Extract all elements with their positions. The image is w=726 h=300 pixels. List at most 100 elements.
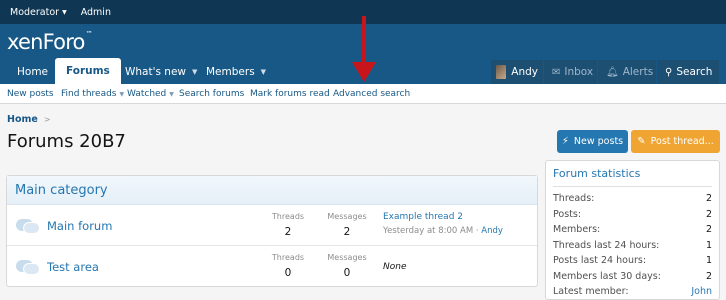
- tab-members[interactable]: Members ▼: [206, 60, 266, 84]
- latest-meta: Yesterday at 8:00 AM · Andy: [383, 226, 503, 236]
- forum-bubbles-icon: [16, 258, 40, 276]
- site-logo[interactable]: xenForo™: [7, 30, 93, 54]
- stat-row: Threads last 24 hours: 1: [546, 238, 719, 254]
- tab-whats-new[interactable]: What's new ▼: [125, 60, 197, 84]
- stat-value: 2: [705, 270, 712, 282]
- post-thread-button[interactable]: ✎ Post thread...: [631, 130, 720, 153]
- new-posts-button[interactable]: ⚡︎ New posts: [557, 130, 628, 153]
- stat-row: Posts: 2: [546, 207, 719, 223]
- chevron-down-icon: ▼: [192, 68, 198, 76]
- threads-label: Threads: [271, 253, 305, 262]
- stat-label: Threads:: [553, 193, 595, 205]
- tab-whats-new-label: What's new: [125, 66, 186, 78]
- chevron-down-icon: ▼: [260, 68, 267, 76]
- stat-row: Threads: 2: [546, 191, 719, 207]
- messages-count: 2: [343, 226, 351, 238]
- stat-value: 1: [705, 255, 712, 267]
- stat-row: Posts last 24 hours: 1: [546, 253, 719, 269]
- stat-value: 2: [705, 193, 712, 205]
- messages-stat: Messages 2: [317, 212, 377, 238]
- user-name: Andy: [511, 66, 538, 78]
- subnav-search-forums[interactable]: Search forums: [179, 89, 244, 99]
- stat-row: Latest member: John: [546, 284, 719, 300]
- threads-stat: Threads 0: [258, 253, 318, 279]
- stat-label: Latest member:: [553, 286, 629, 298]
- admin-label: Admin: [80, 6, 111, 18]
- latest-user-link[interactable]: Andy: [481, 226, 503, 236]
- search-label: Search: [676, 66, 713, 78]
- breadcrumb-separator: >: [43, 115, 51, 124]
- latest-post: Example thread 2 Yesterday at 8:00 AM · …: [383, 212, 503, 236]
- subnav-watched[interactable]: Watched ▼: [127, 89, 174, 99]
- tab-members-label: Members: [206, 66, 255, 78]
- logo-trademark: ™: [85, 30, 93, 38]
- subnav-find-threads[interactable]: Find threads ▼: [61, 89, 124, 99]
- moderator-menu[interactable]: Moderator ▼: [10, 7, 67, 18]
- forum-node: Main forum Threads 2 Messages 2 Example th…: [7, 206, 537, 246]
- stat-row: Members: 2: [546, 222, 719, 238]
- latest-thread-link[interactable]: Example thread 2: [383, 212, 503, 222]
- chevron-down-icon: ▼: [169, 91, 174, 98]
- alerts-label: Alerts: [622, 66, 654, 78]
- divider: [553, 186, 712, 187]
- new-posts-button-label: New posts: [573, 136, 624, 147]
- tab-home[interactable]: Home: [17, 60, 48, 84]
- stat-label: Threads last 24 hours:: [553, 239, 660, 251]
- latest-time: Yesterday at 8:00 AM ·: [383, 226, 482, 236]
- annotation-arrow-head: [352, 62, 376, 82]
- alerts-link[interactable]: 🔔︎ Alerts: [598, 60, 656, 84]
- subnav-find-threads-label: Find threads: [61, 89, 117, 99]
- category-title: Main category: [15, 182, 108, 198]
- messages-label: Messages: [327, 212, 367, 221]
- stat-label: Posts:: [553, 208, 582, 220]
- forum-title[interactable]: Test area: [47, 260, 99, 274]
- category-block: Main category Main forum Threads 2 Messag…: [6, 175, 538, 287]
- forum-title[interactable]: Main forum: [47, 219, 112, 233]
- stat-label: Posts last 24 hours:: [553, 255, 647, 267]
- bolt-icon: ⚡︎: [561, 136, 569, 147]
- subnav-watched-label: Watched: [127, 89, 167, 99]
- forum-bubbles-icon: [16, 217, 40, 235]
- threads-stat: Threads 2: [258, 212, 318, 238]
- threads-count: 2: [284, 226, 292, 238]
- threads-count: 0: [284, 267, 292, 279]
- latest-member-link[interactable]: John: [691, 286, 712, 297]
- subnav-advanced-search[interactable]: Advanced search: [333, 89, 410, 99]
- messages-label: Messages: [327, 253, 367, 262]
- tab-home-label: Home: [17, 66, 49, 78]
- bell-icon: 🔔︎: [606, 66, 619, 78]
- inbox-link[interactable]: ✉ Inbox: [544, 60, 597, 84]
- stat-value: 1: [705, 239, 712, 251]
- subnav-new-posts[interactable]: New posts: [7, 89, 54, 99]
- admin-link[interactable]: Admin: [81, 7, 111, 18]
- moderator-label: Moderator: [10, 6, 60, 18]
- stat-label: Members:: [553, 224, 601, 236]
- forum-statistics-title[interactable]: Forum statistics: [546, 161, 719, 186]
- messages-count: 0: [343, 267, 351, 279]
- sub-nav: New posts Find threads ▼ Watched ▼ Search …: [0, 84, 726, 104]
- avatar: [496, 65, 507, 79]
- inbox-label: Inbox: [564, 66, 594, 78]
- search-link[interactable]: ⚲ Search: [657, 60, 719, 84]
- category-header[interactable]: Main category: [7, 176, 537, 205]
- logo-text: xenForo: [7, 30, 85, 54]
- threads-label: Threads: [271, 212, 305, 221]
- stat-label: Members last 30 days:: [553, 270, 661, 282]
- user-menu[interactable]: Andy: [491, 60, 543, 84]
- subnav-mark-forums-read[interactable]: Mark forums read: [250, 89, 330, 99]
- tab-forums-label: Forums: [66, 65, 110, 77]
- stat-value: 2: [705, 208, 712, 220]
- stat-row: Members last 30 days: 2: [546, 269, 719, 285]
- forum-statistics-widget: Forum statistics Threads: 2 Posts: 2 Membe…: [545, 160, 720, 300]
- caret-down-icon: ▼: [62, 8, 67, 16]
- breadcrumb: Home >: [7, 114, 51, 125]
- latest-none: None: [383, 262, 407, 272]
- edit-icon: ✎: [637, 136, 646, 147]
- messages-stat: Messages 0: [317, 253, 377, 279]
- tab-forums[interactable]: Forums: [55, 58, 121, 84]
- breadcrumb-home[interactable]: Home: [7, 114, 38, 125]
- post-thread-button-label: Post thread...: [650, 136, 714, 147]
- forum-node: Test area Threads 0 Messages 0 None: [7, 247, 537, 287]
- annotation-arrow-shaft: [362, 16, 366, 66]
- search-icon: ⚲: [665, 66, 673, 78]
